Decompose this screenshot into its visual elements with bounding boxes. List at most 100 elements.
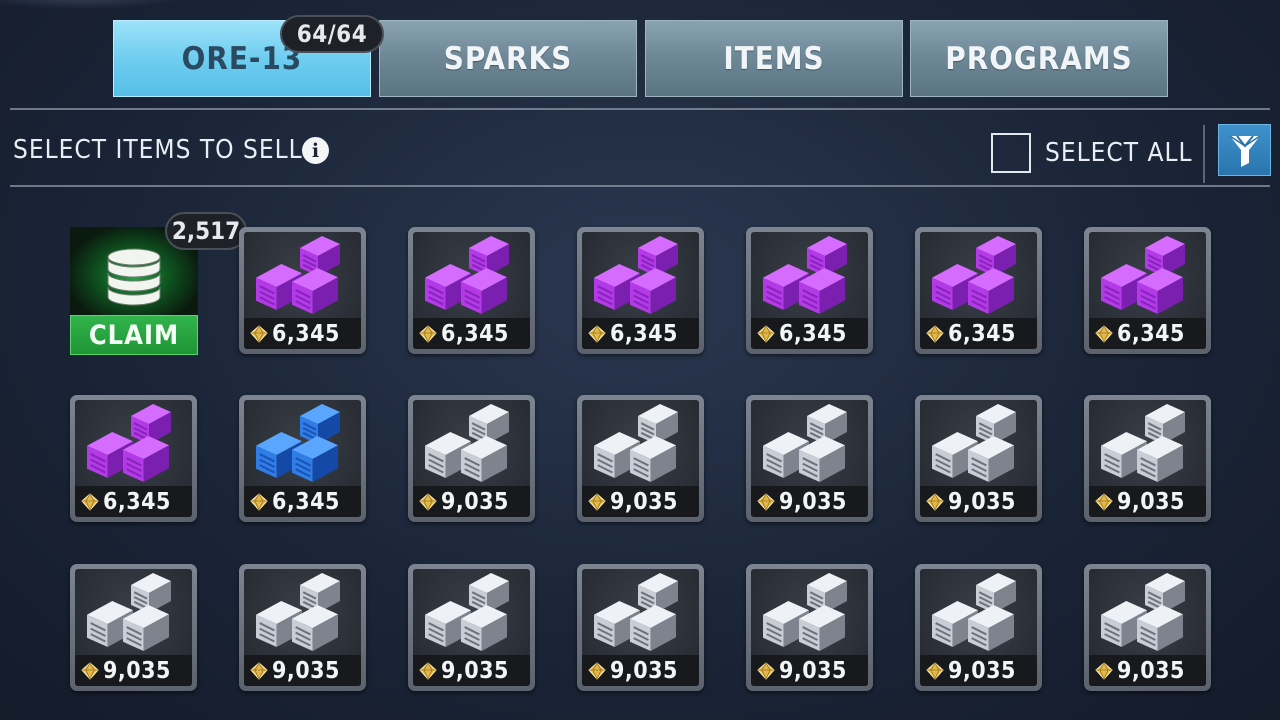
gold-gem-icon — [1095, 661, 1113, 680]
item-price: 9,035 — [948, 488, 1016, 515]
item-tile-inner: 9,035 — [75, 569, 192, 686]
item-price: 6,345 — [441, 320, 509, 347]
info-icon[interactable]: i — [302, 137, 329, 164]
item-tile[interactable]: 6,345 — [746, 227, 873, 354]
ore-silver-icon — [932, 573, 1016, 651]
tab-sparks[interactable]: SPARKS — [379, 20, 637, 97]
ore-silver-icon — [763, 404, 847, 482]
price-bar: 9,035 — [413, 655, 530, 686]
item-tile[interactable]: 6,345 — [408, 227, 535, 354]
item-tile[interactable]: 9,035 — [915, 395, 1042, 522]
price-bar: 9,035 — [751, 486, 868, 517]
ore-silver-icon — [594, 404, 678, 482]
item-tile-inner: 9,035 — [751, 400, 868, 517]
item-price: 9,035 — [103, 657, 171, 684]
item-tile[interactable]: 9,035 — [1084, 564, 1211, 691]
item-tile[interactable]: 6,345 — [915, 227, 1042, 354]
price-bar: 9,035 — [751, 655, 868, 686]
claim-button[interactable]: CLAIM — [70, 315, 198, 355]
gold-gem-icon — [1095, 492, 1113, 511]
price-bar: 9,035 — [920, 486, 1037, 517]
gold-gem-icon — [588, 661, 606, 680]
item-tile[interactable]: 9,035 — [1084, 395, 1211, 522]
price-bar: 6,345 — [1089, 318, 1206, 349]
price-bar: 9,035 — [920, 655, 1037, 686]
item-price: 9,035 — [441, 488, 509, 515]
item-tile[interactable]: 6,345 — [1084, 227, 1211, 354]
price-bar: 6,345 — [413, 318, 530, 349]
price-bar: 9,035 — [244, 655, 361, 686]
ore-purple-icon — [256, 236, 340, 314]
inventory-count-badge: 64/64 — [280, 15, 384, 53]
gold-gem-icon — [250, 492, 268, 511]
item-tile[interactable]: 9,035 — [408, 395, 535, 522]
item-price: 9,035 — [779, 657, 847, 684]
background-glow — [0, 0, 200, 10]
gold-gem-icon — [1095, 324, 1113, 343]
toolbar-divider — [1203, 125, 1205, 183]
item-tile[interactable]: 9,035 — [239, 564, 366, 691]
price-bar: 9,035 — [413, 486, 530, 517]
ore-silver-icon — [425, 573, 509, 651]
price-bar: 6,345 — [582, 318, 699, 349]
price-bar: 6,345 — [244, 486, 361, 517]
item-tile[interactable]: 9,035 — [577, 564, 704, 691]
gold-gem-icon — [926, 661, 944, 680]
item-price: 9,035 — [610, 657, 678, 684]
item-tile-inner: 6,345 — [751, 232, 868, 349]
item-tile[interactable]: 9,035 — [408, 564, 535, 691]
item-price: 6,345 — [272, 488, 340, 515]
item-tile-inner: 6,345 — [244, 232, 361, 349]
ore-silver-icon — [594, 573, 678, 651]
price-bar: 9,035 — [75, 655, 192, 686]
ore-silver-icon — [763, 573, 847, 651]
ore-silver-icon — [1101, 573, 1185, 651]
item-tile-inner: 9,035 — [244, 569, 361, 686]
item-tile-inner: 9,035 — [751, 569, 868, 686]
item-tile[interactable]: 6,345 — [239, 227, 366, 354]
ore-silver-icon — [256, 573, 340, 651]
item-tile[interactable]: 6,345 — [239, 395, 366, 522]
price-bar: 9,035 — [1089, 655, 1206, 686]
ore-silver-icon — [425, 404, 509, 482]
gold-gem-icon — [926, 492, 944, 511]
divider-toolbar — [10, 185, 1270, 187]
item-tile-inner: 9,035 — [1089, 569, 1206, 686]
item-price: 6,345 — [610, 320, 678, 347]
item-tile-inner: 9,035 — [1089, 400, 1206, 517]
item-price: 9,035 — [610, 488, 678, 515]
item-tile[interactable]: 9,035 — [915, 564, 1042, 691]
item-tile-inner: 6,345 — [75, 400, 192, 517]
tab-programs[interactable]: PROGRAMS — [910, 20, 1168, 97]
gold-gem-icon — [250, 661, 268, 680]
ore-purple-icon — [763, 236, 847, 314]
ore-blue-icon — [256, 404, 340, 482]
item-tile[interactable]: 6,345 — [577, 227, 704, 354]
item-tile[interactable]: 6,345 — [70, 395, 197, 522]
claim-count-badge: 2,517 — [165, 212, 247, 250]
select-all-checkbox[interactable] — [991, 133, 1031, 173]
item-price: 6,345 — [779, 320, 847, 347]
price-bar: 9,035 — [1089, 486, 1206, 517]
item-tile-inner: 6,345 — [244, 400, 361, 517]
gold-gem-icon — [419, 324, 437, 343]
item-tile-inner: 9,035 — [413, 569, 530, 686]
price-bar: 6,345 — [920, 318, 1037, 349]
gold-gem-icon — [419, 492, 437, 511]
filter-button[interactable] — [1218, 124, 1271, 176]
item-price: 6,345 — [1117, 320, 1185, 347]
item-tile[interactable]: 9,035 — [746, 564, 873, 691]
item-tile[interactable]: 9,035 — [746, 395, 873, 522]
select-all-label[interactable]: SELECT ALL — [1045, 138, 1193, 168]
gold-gem-icon — [757, 661, 775, 680]
tab-items[interactable]: ITEMS — [645, 20, 903, 97]
item-tile[interactable]: 9,035 — [70, 564, 197, 691]
item-price: 9,035 — [1117, 657, 1185, 684]
item-tile-inner: 6,345 — [582, 232, 699, 349]
gold-gem-icon — [757, 324, 775, 343]
item-tile[interactable]: 9,035 — [577, 395, 704, 522]
item-tile-inner: 9,035 — [413, 400, 530, 517]
price-bar: 9,035 — [582, 486, 699, 517]
item-price: 9,035 — [441, 657, 509, 684]
gold-gem-icon — [250, 324, 268, 343]
